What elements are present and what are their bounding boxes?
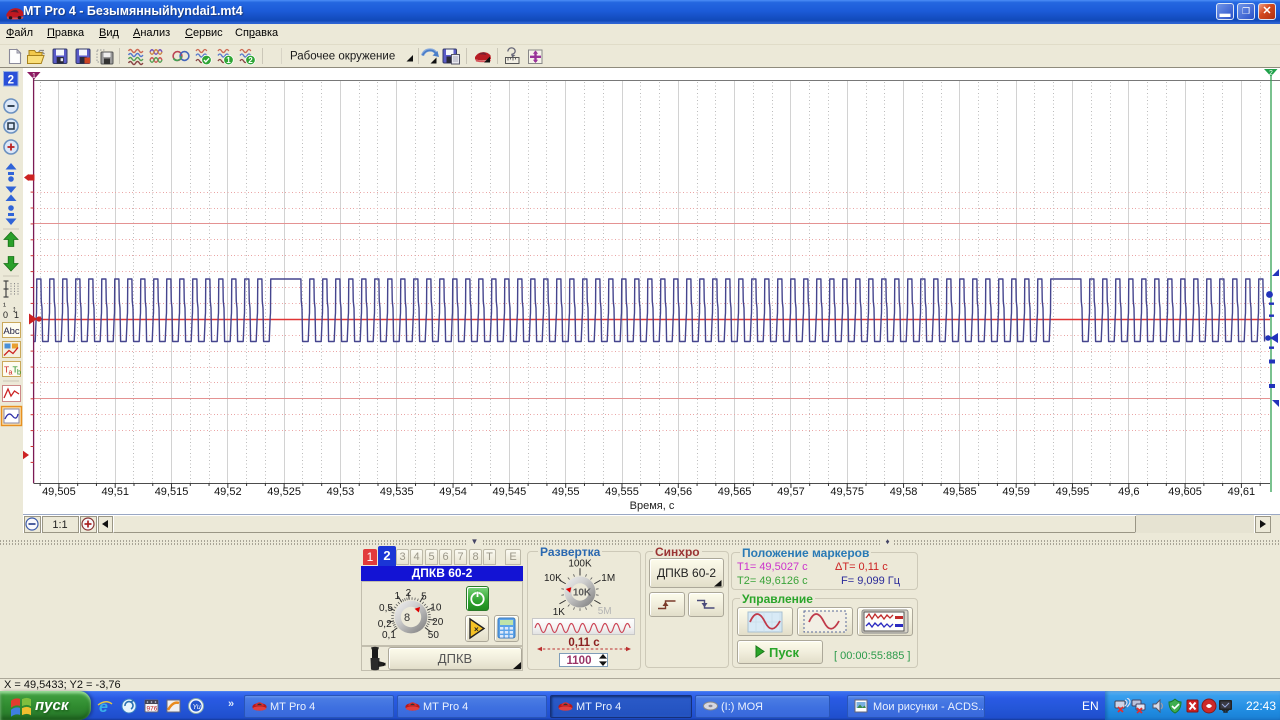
svg-text:10K: 10K [544,573,562,584]
svg-text:100K: 100K [568,559,592,570]
svg-text:0,2: 0,2 [378,619,392,630]
svg-text:10: 10 [430,602,442,613]
svg-text:49,515: 49,515 [155,486,189,498]
svg-text:1: 1 [14,310,19,320]
svg-text:2: 2 [406,588,412,599]
svg-text:49,57: 49,57 [777,486,805,498]
svg-text:49,61: 49,61 [1228,486,1256,498]
svg-text:49,505: 49,505 [42,486,76,498]
svg-text:2: 2 [248,56,253,65]
svg-text:Время, с: Время, с [630,500,675,512]
svg-text:1:1: 1:1 [52,519,67,531]
svg-text:8: 8 [404,612,410,624]
svg-text:49,6: 49,6 [1118,486,1139,498]
svg-text:49,585: 49,585 [943,486,977,498]
svg-text:0,5: 0,5 [379,603,393,614]
svg-text:1M: 1M [601,573,615,584]
svg-text:1: 1 [32,73,36,80]
svg-text:5M: 5M [598,606,612,617]
svg-text:Рабочее окружение: Рабочее окружение [290,51,395,63]
svg-text:49,525: 49,525 [267,486,301,498]
svg-text:50: 50 [428,630,440,641]
svg-text:49,54: 49,54 [439,486,467,498]
svg-text:×: × [474,625,479,634]
svg-text:49,545: 49,545 [493,486,527,498]
svg-text:49,51: 49,51 [101,486,129,498]
svg-text:10K: 10K [573,588,592,599]
svg-text:49,52: 49,52 [214,486,242,498]
svg-text:Yu: Yu [193,704,201,711]
svg-text:1: 1 [394,591,400,602]
svg-text:Abc: Abc [3,326,20,337]
svg-text:49,595: 49,595 [1056,486,1090,498]
svg-text:49,59: 49,59 [1002,486,1030,498]
svg-text:2: 2 [8,75,14,87]
svg-text:49,55: 49,55 [552,486,580,498]
svg-text:49,58: 49,58 [890,486,918,498]
svg-text:49,56: 49,56 [665,486,693,498]
svg-text:1K: 1K [553,607,566,618]
svg-text:49,605: 49,605 [1168,486,1202,498]
svg-text:49,565: 49,565 [718,486,752,498]
svg-text:2: 2 [1269,70,1273,77]
svg-text:b: b [17,370,21,377]
svg-text:5: 5 [421,592,427,603]
svg-text:49,535: 49,535 [380,486,414,498]
svg-text:20: 20 [432,617,444,628]
svg-text:0: 0 [3,310,8,320]
svg-text:976: 976 [147,706,158,713]
svg-text:1: 1 [226,56,231,65]
svg-text:0,1: 0,1 [382,630,396,641]
svg-text:49,53: 49,53 [327,486,355,498]
svg-text:49,555: 49,555 [605,486,639,498]
svg-text:49,575: 49,575 [830,486,864,498]
